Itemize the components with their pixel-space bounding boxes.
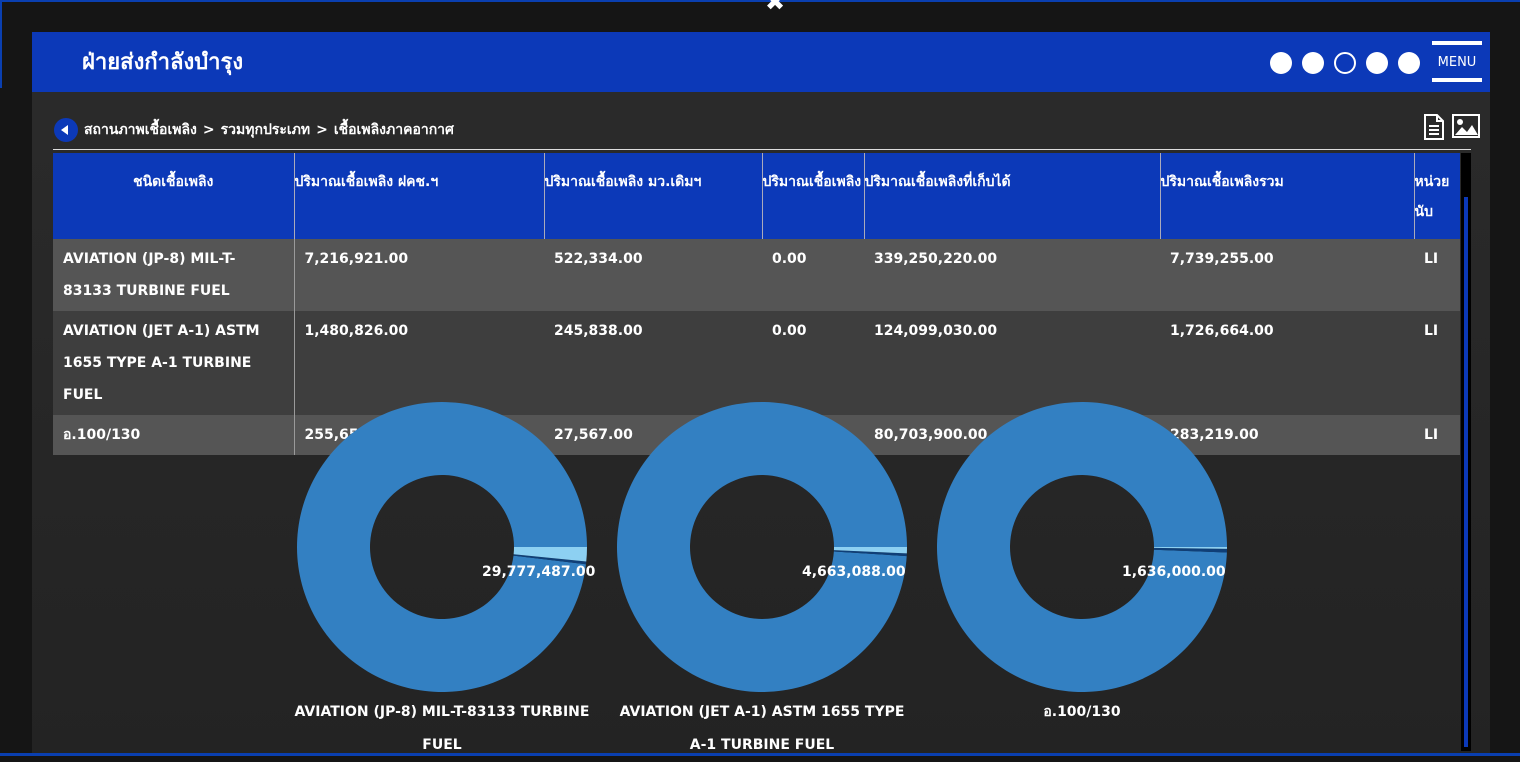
- chart-title: อ.100/130: [1043, 704, 1121, 720]
- back-arrow-icon[interactable]: [54, 118, 78, 142]
- chart-value-label: 4,663,088.00: [802, 564, 906, 580]
- column-header[interactable]: ปริมาณเชื้อเพลิง ฝคช.ฯ: [294, 153, 545, 239]
- page-dot-1[interactable]: [1270, 52, 1292, 74]
- table-cell: อ.100/130: [53, 415, 295, 455]
- chart-title: AVIATION (JET A-1) ASTM 1655 TYPE A-1 TU…: [619, 704, 905, 753]
- chart-title: AVIATION (JP-8) MIL-T-83133 TURBINE FUEL: [294, 704, 590, 753]
- menu-label: MENU: [1437, 55, 1477, 70]
- page-dot-5[interactable]: [1398, 52, 1420, 74]
- window-frame-left: [0, 0, 2, 88]
- table-top-rule: [53, 149, 1471, 150]
- chart-value-label: 29,777,487.00: [482, 564, 596, 580]
- breadcrumb-separator: >: [316, 122, 328, 138]
- close-icon[interactable]: ✖: [762, 0, 788, 14]
- table-cell: LI: [1414, 415, 1460, 455]
- page-dot-2[interactable]: [1302, 52, 1324, 74]
- table-cell: AVIATION (JET A-1) ASTM 1655 TYPE A-1 TU…: [53, 311, 295, 415]
- table-row[interactable]: AVIATION (JP-8) MIL-T-83133 TURBINE FUEL…: [53, 239, 1460, 311]
- pie-slice[interactable]: [297, 401, 587, 692]
- scrollbar-thumb[interactable]: [1464, 197, 1468, 747]
- breadcrumb-separator: >: [202, 122, 215, 138]
- column-header[interactable]: ปริมาณเชื้อเพลิง มว.เดิมฯ: [544, 153, 763, 239]
- menu-button[interactable]: MENU: [1432, 41, 1482, 85]
- table-cell: 522,334.00: [544, 239, 762, 311]
- page-title: ฝ่ายส่งกำลังบำรุง: [82, 50, 244, 75]
- donut-chart: [937, 401, 1227, 692]
- column-header[interactable]: ชนิดเชื้อเพลิง: [53, 153, 295, 239]
- donut-chart: [297, 401, 587, 692]
- pie-slice[interactable]: [937, 401, 1227, 692]
- table-cell: 7,216,921.00: [294, 239, 544, 311]
- table-cell: 0.00: [762, 239, 864, 311]
- column-header[interactable]: หน่วยนับ: [1414, 153, 1460, 239]
- page-dot-3-current[interactable]: [1334, 52, 1356, 74]
- app-header: ฝ่ายส่งกำลังบำรุง MENU: [32, 32, 1490, 92]
- table-cell: 339,250,220.00: [864, 239, 1160, 311]
- export-toolbar: [1422, 114, 1480, 140]
- chart-value-label: 1,636,000.00: [1122, 564, 1226, 580]
- breadcrumb: สถานภาพเชื้อเพลิง > รวมทุกประเภท > เชื้อ…: [54, 118, 454, 142]
- image-icon[interactable]: [1452, 114, 1480, 138]
- breadcrumb-current: เชื้อเพลิงภาคอากาศ: [333, 122, 454, 138]
- column-header[interactable]: ปริมาณเชื้อเพลิงที่เก็บได้: [864, 153, 1161, 239]
- breadcrumb-item[interactable]: สถานภาพเชื้อเพลิง: [84, 119, 197, 141]
- menu-bar-icon: [1432, 41, 1482, 45]
- table-cell: AVIATION (JP-8) MIL-T-83133 TURBINE FUEL: [53, 239, 295, 311]
- page-indicator: [1270, 52, 1420, 74]
- table-cell: LI: [1414, 239, 1460, 311]
- table-header-row: ชนิดเชื้อเพลิง ปริมาณเชื้อเพลิง ฝคช.ฯ ปร…: [53, 153, 1460, 239]
- document-icon[interactable]: [1422, 114, 1446, 140]
- donut-chart: [617, 402, 907, 693]
- menu-bar-icon: [1432, 78, 1482, 82]
- column-header[interactable]: ปริมาณเชื้อเพลิง: [762, 153, 865, 239]
- breadcrumb-item[interactable]: รวมทุกประเภท: [221, 119, 310, 141]
- table-cell: 7,739,255.00: [1160, 239, 1414, 311]
- vertical-scrollbar[interactable]: [1461, 153, 1471, 751]
- page-dot-4[interactable]: [1366, 52, 1388, 74]
- window-frame-top: [0, 0, 1520, 2]
- column-header[interactable]: ปริมาณเชื้อเพลิงรวม: [1160, 153, 1415, 239]
- table-cell: LI: [1414, 311, 1460, 415]
